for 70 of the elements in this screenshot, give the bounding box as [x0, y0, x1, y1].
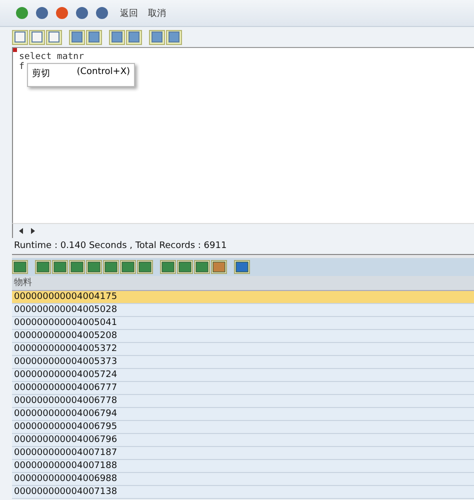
table-cell: 000000000004007138	[14, 487, 118, 497]
table-row[interactable]: 000000000004006988	[12, 473, 474, 486]
table-cell: 000000000004006778	[14, 396, 118, 406]
toolbar-icon[interactable]	[35, 260, 51, 274]
table-row[interactable]: 000000000004006796	[12, 434, 474, 447]
table-row[interactable]: 000000000004005373	[12, 356, 474, 369]
toolbar-icon[interactable]	[54, 5, 70, 21]
table-row[interactable]: 000000000004007188	[12, 460, 474, 473]
toolbar-icon[interactable]	[109, 30, 125, 44]
toolbar-icon[interactable]	[137, 260, 153, 274]
table-cell: 000000000004006988	[14, 474, 118, 484]
table-cell: 000000000004006795	[14, 422, 118, 432]
column-header: 物料	[14, 278, 32, 288]
table-row[interactable]: 000000000004005372	[12, 343, 474, 356]
table-cell: 000000000004004175	[14, 292, 118, 302]
table-cell: 000000000004006777	[14, 383, 118, 393]
table-cell: 000000000004005208	[14, 331, 118, 341]
toolbar-icon[interactable]	[126, 30, 142, 44]
table-cell: 000000000004005041	[14, 318, 118, 328]
table-row[interactable]: 000000000004005041	[12, 317, 474, 330]
table-row[interactable]: 000000000004006795	[12, 421, 474, 434]
code-editor[interactable]: select matnr f 剪切 (Control+X)	[12, 47, 474, 223]
toolbar-icon[interactable]	[12, 30, 28, 44]
table-row[interactable]: 000000000004007138	[12, 486, 474, 499]
toolbar-icon[interactable]	[194, 260, 210, 274]
table-cell: 000000000004006794	[14, 409, 118, 419]
toolbar-icon[interactable]	[69, 260, 85, 274]
toolbar-icon[interactable]	[177, 260, 193, 274]
toolbar-icon[interactable]	[211, 260, 227, 274]
table-cell: 000000000004007188	[14, 461, 118, 471]
toolbar-icon[interactable]	[120, 260, 136, 274]
table-cell: 000000000004005028	[14, 305, 118, 315]
toolbar-icon[interactable]	[29, 30, 45, 44]
toolbar-icon[interactable]	[69, 30, 85, 44]
toolbar-icon[interactable]	[34, 5, 50, 21]
table-cell: 000000000004006796	[14, 435, 118, 445]
table-row[interactable]: 000000000004004175	[12, 291, 474, 304]
table-cell: 000000000004005724	[14, 370, 118, 380]
status-text: Runtime : 0.140 Seconds , Total Records : 6911	[13, 240, 228, 253]
menu-item[interactable]: 剪切	[32, 67, 50, 83]
table-row[interactable]: 000000000004005028	[12, 304, 474, 317]
marker-icon	[13, 48, 17, 52]
toolbar-icon[interactable]	[234, 260, 250, 274]
table-cell: 000000000004007187	[14, 448, 118, 458]
table-cell: 000000000004005372	[14, 344, 118, 354]
toolbar-icon[interactable]	[74, 5, 90, 21]
toolbar-icon[interactable]	[103, 260, 119, 274]
toolbar-icon[interactable]	[86, 260, 102, 274]
scroll-arrows-icon[interactable]	[17, 227, 37, 235]
code-line: f	[19, 62, 24, 72]
toolbar-icon[interactable]	[94, 5, 110, 21]
toolbar-icon[interactable]	[52, 260, 68, 274]
toolbar-icon[interactable]	[86, 30, 102, 44]
toolbar-button[interactable]: 返回	[120, 6, 138, 20]
table-row[interactable]: 000000000004006794	[12, 408, 474, 421]
table-row[interactable]: 000000000004006777	[12, 382, 474, 395]
table-row[interactable]: 000000000004007187	[12, 447, 474, 460]
shortcut-text: (Control+X)	[76, 67, 130, 79]
toolbar-icon[interactable]	[12, 260, 28, 274]
toolbar-icon[interactable]	[14, 5, 30, 21]
toolbar-icon[interactable]	[166, 30, 182, 44]
toolbar-icon[interactable]	[46, 30, 62, 44]
code-line: select matnr	[19, 52, 84, 62]
table-row[interactable]: 000000000004006778	[12, 395, 474, 408]
table-row[interactable]: 000000000004005208	[12, 330, 474, 343]
toolbar-button[interactable]: 取消	[148, 6, 166, 20]
table-cell: 000000000004005373	[14, 357, 118, 367]
toolbar-icon[interactable]	[149, 30, 165, 44]
table-row[interactable]: 000000000004005724	[12, 369, 474, 382]
toolbar-icon[interactable]	[160, 260, 176, 274]
